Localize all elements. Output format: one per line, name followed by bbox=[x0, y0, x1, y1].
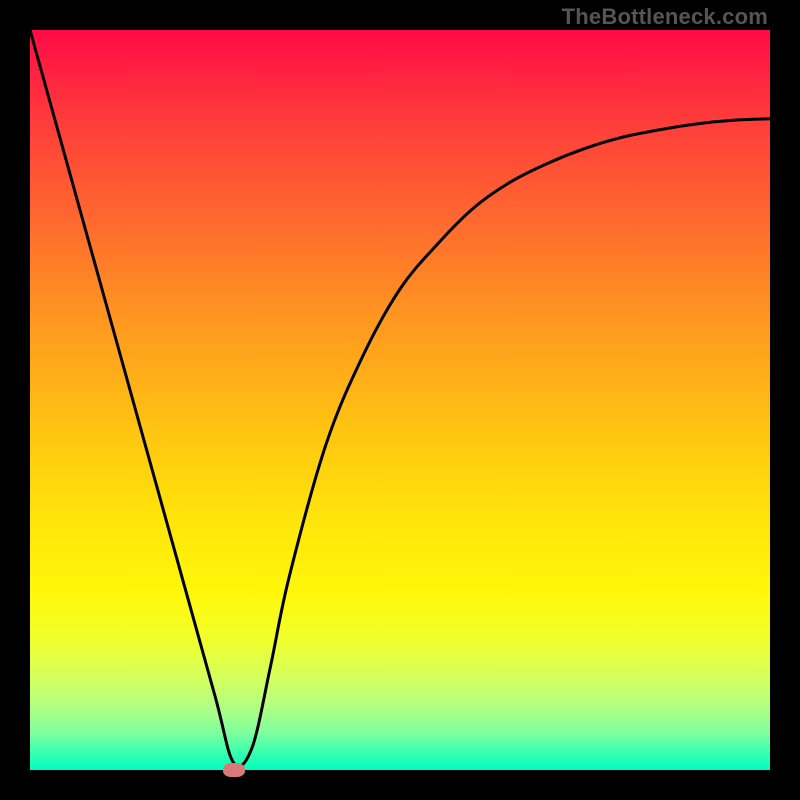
bottleneck-curve bbox=[30, 30, 770, 766]
curve-svg bbox=[30, 30, 770, 770]
minimum-marker bbox=[223, 763, 245, 777]
chart-frame: TheBottleneck.com bbox=[0, 0, 800, 800]
plot-area bbox=[30, 30, 770, 770]
watermark-text: TheBottleneck.com bbox=[562, 4, 768, 30]
